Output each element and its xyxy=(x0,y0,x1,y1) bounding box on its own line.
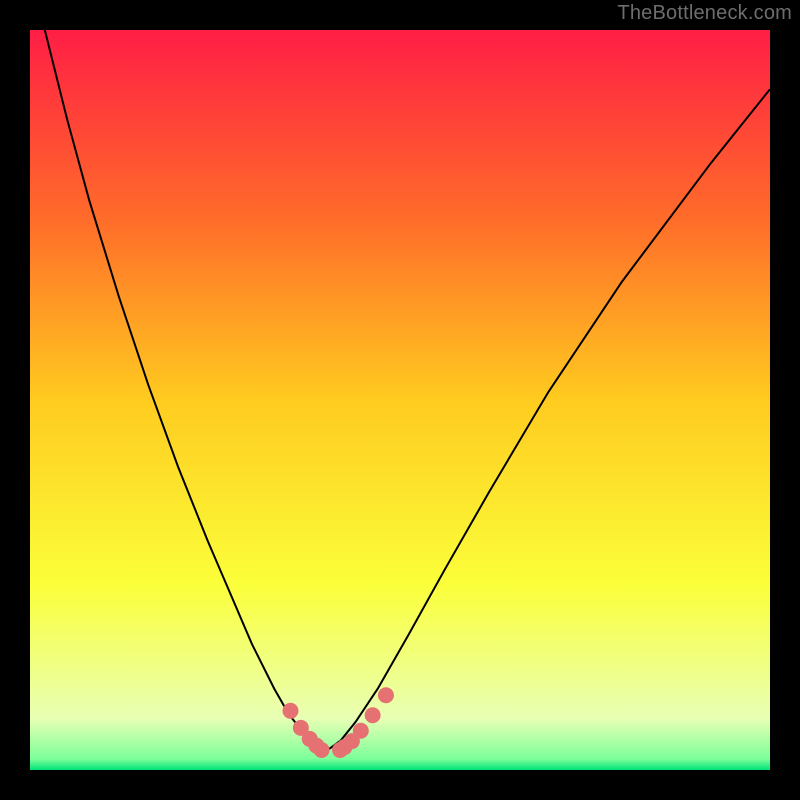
chart-frame: TheBottleneck.com xyxy=(0,0,800,800)
curve-marker xyxy=(365,707,381,723)
watermark-label: TheBottleneck.com xyxy=(617,2,792,25)
curve-marker xyxy=(282,703,298,719)
chart-svg xyxy=(30,30,770,770)
curve-marker xyxy=(353,723,369,739)
plot-area xyxy=(30,30,770,770)
curve-marker xyxy=(314,742,330,758)
curve-marker xyxy=(378,687,394,703)
heatmap-background xyxy=(30,30,770,770)
